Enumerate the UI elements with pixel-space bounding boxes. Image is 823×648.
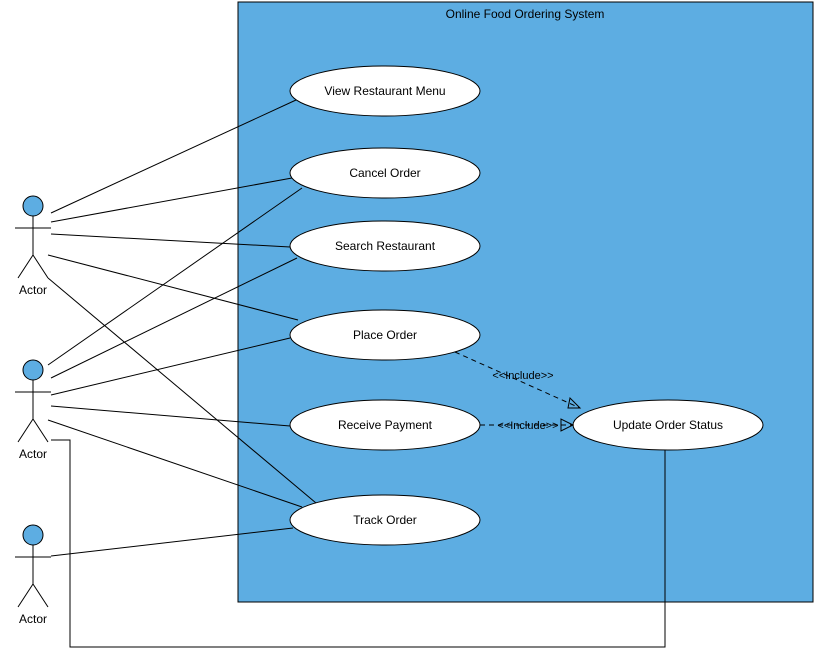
actor-2-label: Actor (19, 447, 47, 461)
actor-3-label: Actor (19, 612, 47, 626)
actor-1-label: Actor (19, 283, 47, 297)
include-label-1: <<Include>> (492, 370, 553, 382)
usecase-place-order-label: Place Order (353, 328, 417, 342)
usecase-view-menu-label: View Restaurant Menu (324, 84, 445, 98)
actor-3: Actor (15, 525, 51, 626)
usecase-search-restaurant-label: Search Restaurant (335, 239, 436, 253)
use-case-diagram: Online Food Ordering System Actor Actor … (0, 0, 823, 648)
usecase-update-status-label: Update Order Status (613, 418, 723, 432)
usecase-receive-payment-label: Receive Payment (338, 418, 433, 432)
usecase-track-order-label: Track Order (353, 513, 417, 527)
usecase-cancel-order-label: Cancel Order (349, 166, 420, 180)
actor-1: Actor (15, 196, 51, 297)
system-title: Online Food Ordering System (446, 7, 605, 21)
actor-2: Actor (15, 360, 51, 461)
include-label-2: <<Include>> (497, 420, 558, 432)
